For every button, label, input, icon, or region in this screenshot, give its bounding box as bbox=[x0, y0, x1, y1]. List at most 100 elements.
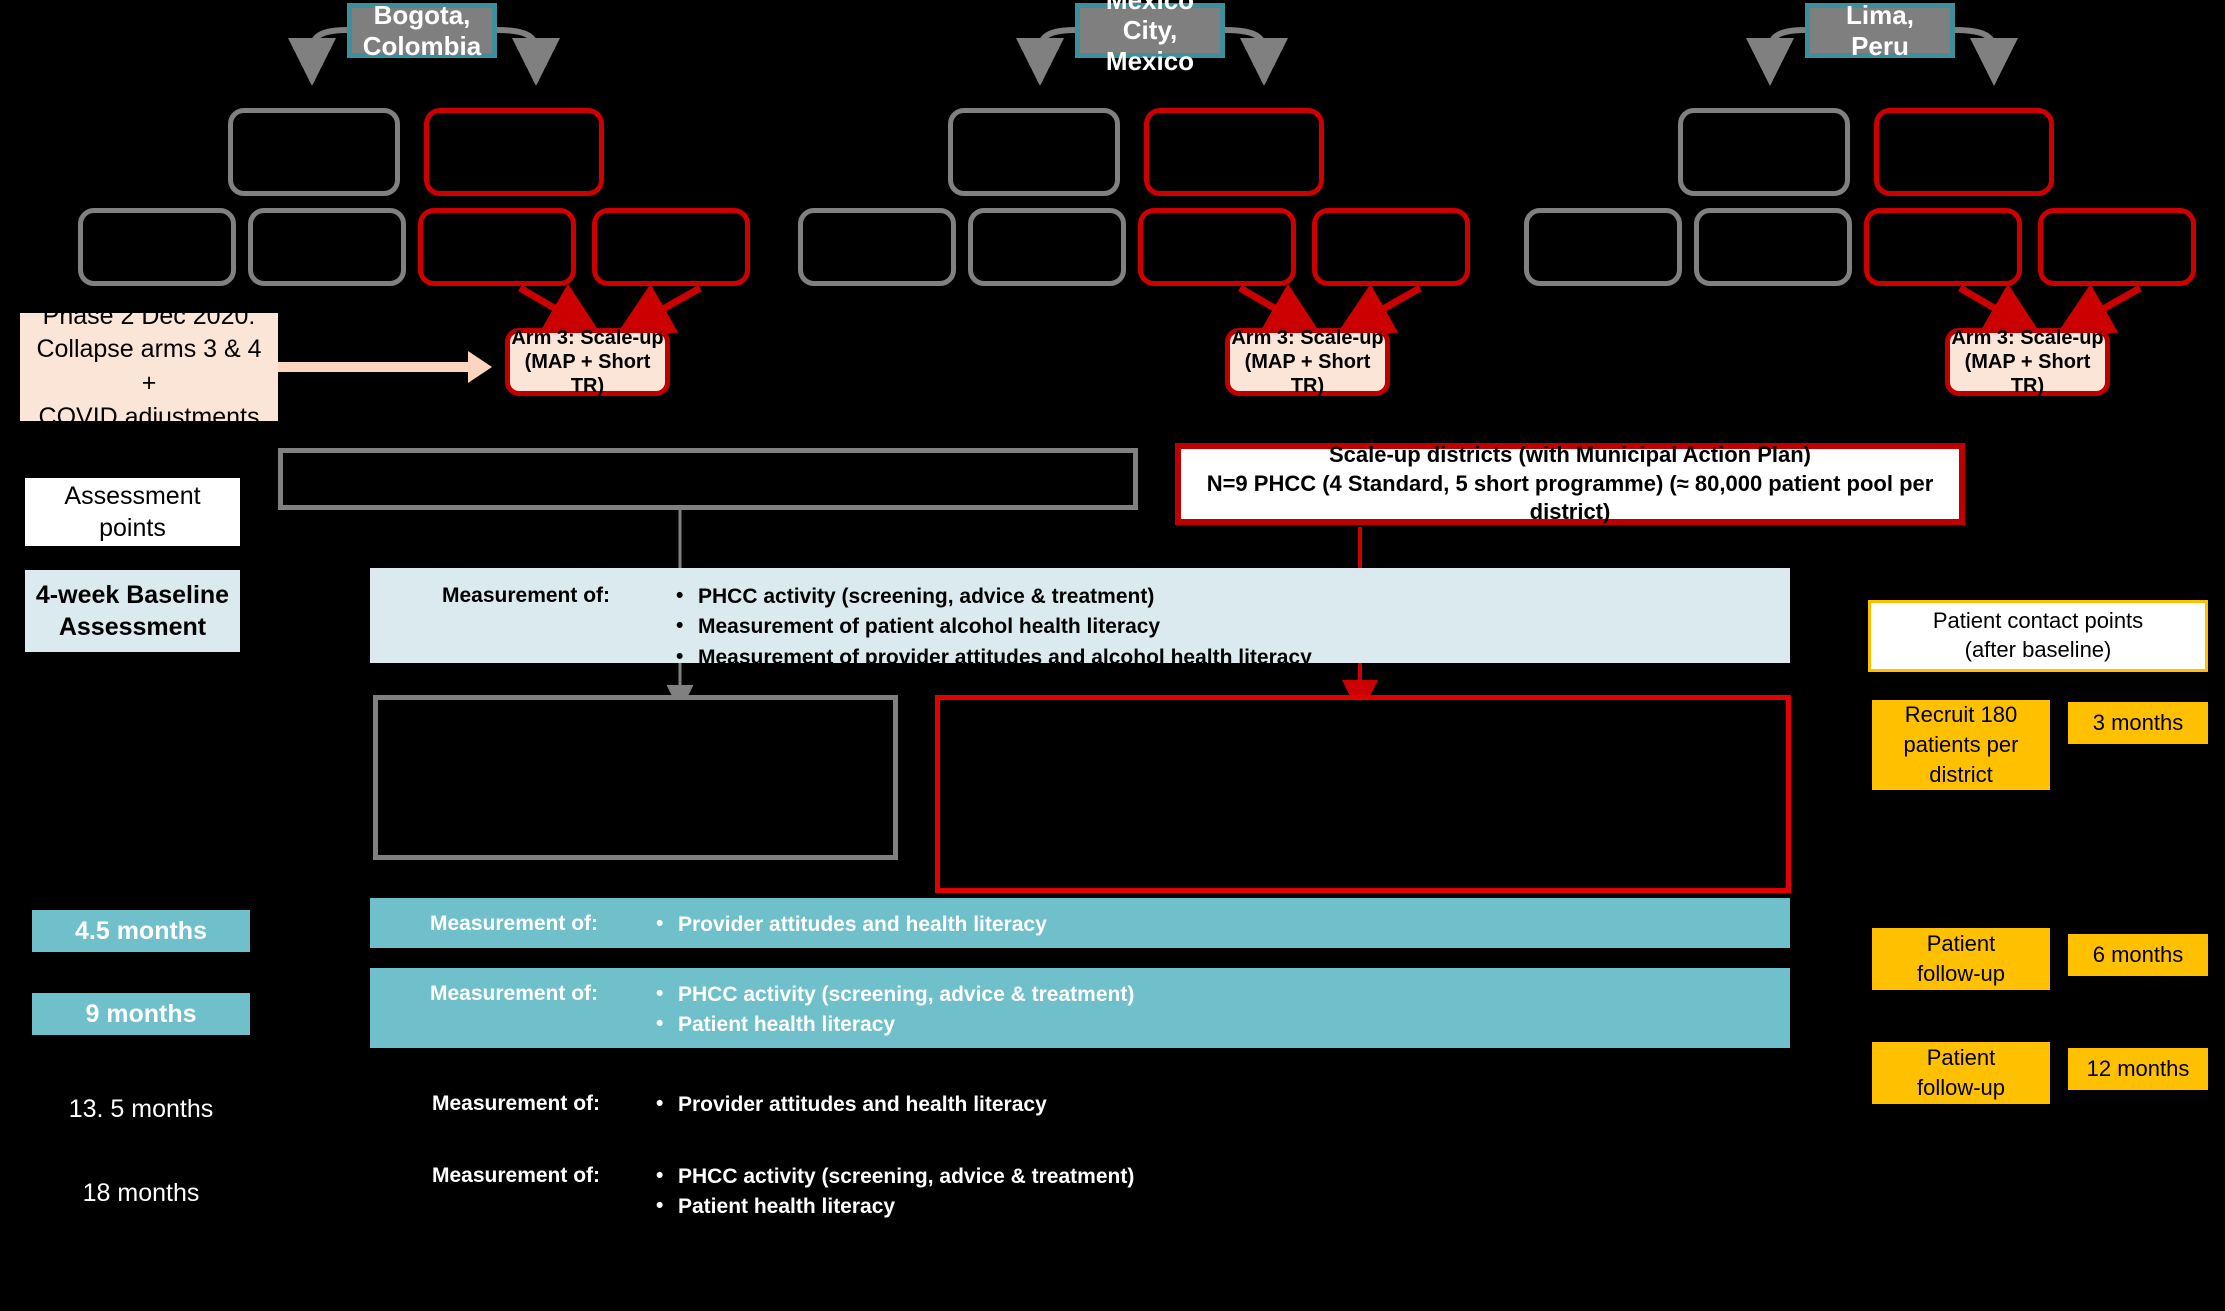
measurement-label: Measurement of: bbox=[432, 1092, 601, 1115]
arm-box-lima-arm1 bbox=[1524, 208, 1682, 286]
pcp-time-label: 12 months bbox=[2086, 1056, 2190, 1082]
measurement-item: PHCC activity (screening, advice & treat… bbox=[652, 1161, 1134, 1192]
arm-box-bogota-arm1 bbox=[78, 208, 236, 286]
phase2-line2: Collapse arms 3 & 4 + bbox=[36, 335, 262, 397]
phase2-arrow-head-icon bbox=[468, 351, 492, 383]
measurement-baseline: Measurement of: PHCC activity (screening… bbox=[370, 568, 1790, 673]
standard-districts-detail-frame bbox=[373, 695, 898, 860]
site-title-line2: Colombia bbox=[362, 30, 482, 61]
measurement-label: Measurement of: bbox=[430, 912, 599, 935]
site-title-line2: Peru bbox=[1851, 30, 1909, 61]
arm3-line2: (MAP + Short TR) bbox=[1244, 351, 1371, 397]
pcp-timepoint-6-months: 6 months bbox=[2068, 934, 2208, 976]
site-header-bogota: Bogota, Colombia bbox=[347, 0, 497, 61]
pcp-action-line1: Patient bbox=[1926, 931, 1996, 957]
phase2-arrow-shaft bbox=[278, 362, 468, 372]
pcp-action-line1: Patient bbox=[1926, 1045, 1996, 1071]
arm3-line1: Arm 3: Scale-up bbox=[1231, 327, 1384, 349]
arm-box-bogota-scaleup-1 bbox=[424, 108, 604, 196]
arm3-line2: (MAP + Short TR) bbox=[1964, 351, 2091, 397]
arm-box-bogota-standard-1 bbox=[228, 108, 400, 196]
site-title-line1: Bogota, bbox=[373, 0, 471, 30]
pcp-action-line2: patients per bbox=[1903, 732, 2019, 758]
site-header-mexico-city: Mexico City, Mexico bbox=[1075, 0, 1225, 76]
measurement-4-5-months: Measurement of: Provider attitudes and h… bbox=[370, 898, 1790, 948]
arm-box-bogota-arm2 bbox=[248, 208, 406, 286]
arm-box-bogota-arm3 bbox=[418, 208, 576, 286]
timepoint-label: 9 months bbox=[85, 999, 197, 1028]
measurement-9-months: Measurement of: PHCC activity (screening… bbox=[370, 968, 1790, 1048]
standard-districts-frame bbox=[278, 448, 1138, 510]
measurement-item: Patient health literacy bbox=[652, 1009, 1134, 1040]
arm-box-lima-arm4 bbox=[2038, 208, 2196, 286]
timepoint-4-5-months: 4.5 months bbox=[32, 910, 250, 952]
arm-box-lima-arm3 bbox=[1864, 208, 2022, 286]
legend-baseline-assessment: 4-week Baseline Assessment bbox=[25, 570, 240, 652]
timepoint-label: 18 months bbox=[82, 1178, 200, 1207]
arm-box-bogota-arm4 bbox=[592, 208, 750, 286]
arm3-scaleup-mexico-city: Arm 3: Scale-up (MAP + Short TR) bbox=[1225, 327, 1390, 397]
arm-box-mexico-arm4 bbox=[1312, 208, 1470, 286]
measurement-items: Provider attitudes and health literacy bbox=[652, 1089, 1047, 1120]
measurement-item: Measurement of patient alcohol health li… bbox=[672, 611, 1312, 642]
arm-box-mexico-arm3 bbox=[1138, 208, 1296, 286]
scaleup-districts-detail-frame bbox=[935, 695, 1791, 893]
site-title-line2: Mexico bbox=[1105, 45, 1195, 76]
arm3-line2: (MAP + Short TR) bbox=[524, 351, 651, 397]
arm3-scaleup-lima: Arm 3: Scale-up (MAP + Short TR) bbox=[1945, 327, 2110, 397]
timepoint-13-5-months: 13. 5 months bbox=[32, 1088, 250, 1130]
pcp-action-line1: Recruit 180 bbox=[1904, 702, 2018, 728]
measurement-label: Measurement of: bbox=[430, 982, 599, 1005]
legend-baseline-line1: 4-week Baseline bbox=[35, 580, 230, 609]
pcp-time-label: 3 months bbox=[2092, 710, 2184, 736]
arm-box-lima-scaleup-1 bbox=[1874, 108, 2054, 196]
recruit-180-patients-box: Recruit 180 patients per district bbox=[1872, 700, 2050, 790]
measurement-item: Patient health literacy bbox=[652, 1191, 1134, 1222]
pcp-action-line2: follow-up bbox=[1916, 1075, 2006, 1100]
measurement-18-months: Measurement of: PHCC activity (screening… bbox=[370, 1150, 1790, 1236]
pcp-header-line2: (after baseline) bbox=[1964, 637, 2112, 662]
arm-box-mexico-arm1 bbox=[798, 208, 956, 286]
timepoint-label: 4.5 months bbox=[75, 916, 207, 945]
measurement-item: Measurement of provider attitudes and al… bbox=[672, 642, 1312, 673]
diagram-canvas: Bogota, Colombia Arm 3: Scale-up (MAP + … bbox=[0, 0, 2225, 1311]
legend-assessment-line1: Assessment bbox=[64, 481, 201, 510]
measurement-items: PHCC activity (screening, advice & treat… bbox=[672, 581, 1312, 673]
arm3-line1: Arm 3: Scale-up bbox=[511, 327, 664, 349]
arm-box-mexico-arm2 bbox=[968, 208, 1126, 286]
measurement-item: PHCC activity (screening, advice & treat… bbox=[652, 979, 1134, 1010]
measurement-item: Provider attitudes and health literacy bbox=[652, 909, 1047, 940]
phase2-line3: COVID adjustments bbox=[38, 402, 260, 431]
pcp-time-label: 6 months bbox=[2092, 942, 2184, 968]
timepoint-18-months: 18 months bbox=[32, 1172, 250, 1214]
pcp-action-line3: district bbox=[1929, 761, 1993, 787]
measurement-items: PHCC activity (screening, advice & treat… bbox=[652, 979, 1134, 1041]
measurement-label: Measurement of: bbox=[432, 1164, 601, 1187]
legend-baseline-line2: Assessment bbox=[58, 613, 207, 641]
pcp-header-line1: Patient contact points bbox=[1932, 608, 2144, 634]
phase2-line1: Phase 2 Dec 2020: bbox=[42, 301, 256, 330]
timepoint-9-months: 9 months bbox=[32, 993, 250, 1035]
legend-assessment-line2: points bbox=[99, 514, 166, 542]
legend-assessment-points: Assessment points bbox=[25, 478, 240, 546]
arm-box-mexico-scaleup-1 bbox=[1144, 108, 1324, 196]
patient-follow-up-12-box: Patient follow-up bbox=[1872, 1042, 2050, 1104]
site-title-line1: Mexico City, bbox=[1106, 0, 1194, 46]
districts-line1: Scale-up districts (with Municipal Actio… bbox=[1328, 442, 1811, 468]
phase2-note: Phase 2 Dec 2020: Collapse arms 3 & 4 + … bbox=[20, 302, 278, 431]
measurement-item: PHCC activity (screening, advice & treat… bbox=[672, 581, 1312, 612]
site-title-line1: Lima, bbox=[1846, 0, 1914, 30]
site-header-lima: Lima, Peru bbox=[1805, 0, 1955, 61]
arm3-line1: Arm 3: Scale-up bbox=[1951, 327, 2104, 349]
arm3-scaleup-bogota: Arm 3: Scale-up (MAP + Short TR) bbox=[505, 327, 670, 397]
patient-contact-points-header: Patient contact points (after baseline) bbox=[1868, 600, 2208, 672]
pcp-action-line2: follow-up bbox=[1916, 961, 2006, 986]
arm-box-lima-standard-1 bbox=[1678, 108, 1850, 196]
measurement-label: Measurement of: bbox=[442, 584, 611, 607]
timepoint-label: 13. 5 months bbox=[68, 1094, 214, 1123]
measurement-items: PHCC activity (screening, advice & treat… bbox=[652, 1161, 1134, 1223]
arm-box-mexico-standard-1 bbox=[948, 108, 1120, 196]
arm-box-lima-arm2 bbox=[1694, 208, 1852, 286]
scaleup-districts-banner: Scale-up districts (with Municipal Actio… bbox=[1175, 442, 1965, 525]
measurement-13-5-months: Measurement of: Provider attitudes and h… bbox=[370, 1078, 1790, 1128]
